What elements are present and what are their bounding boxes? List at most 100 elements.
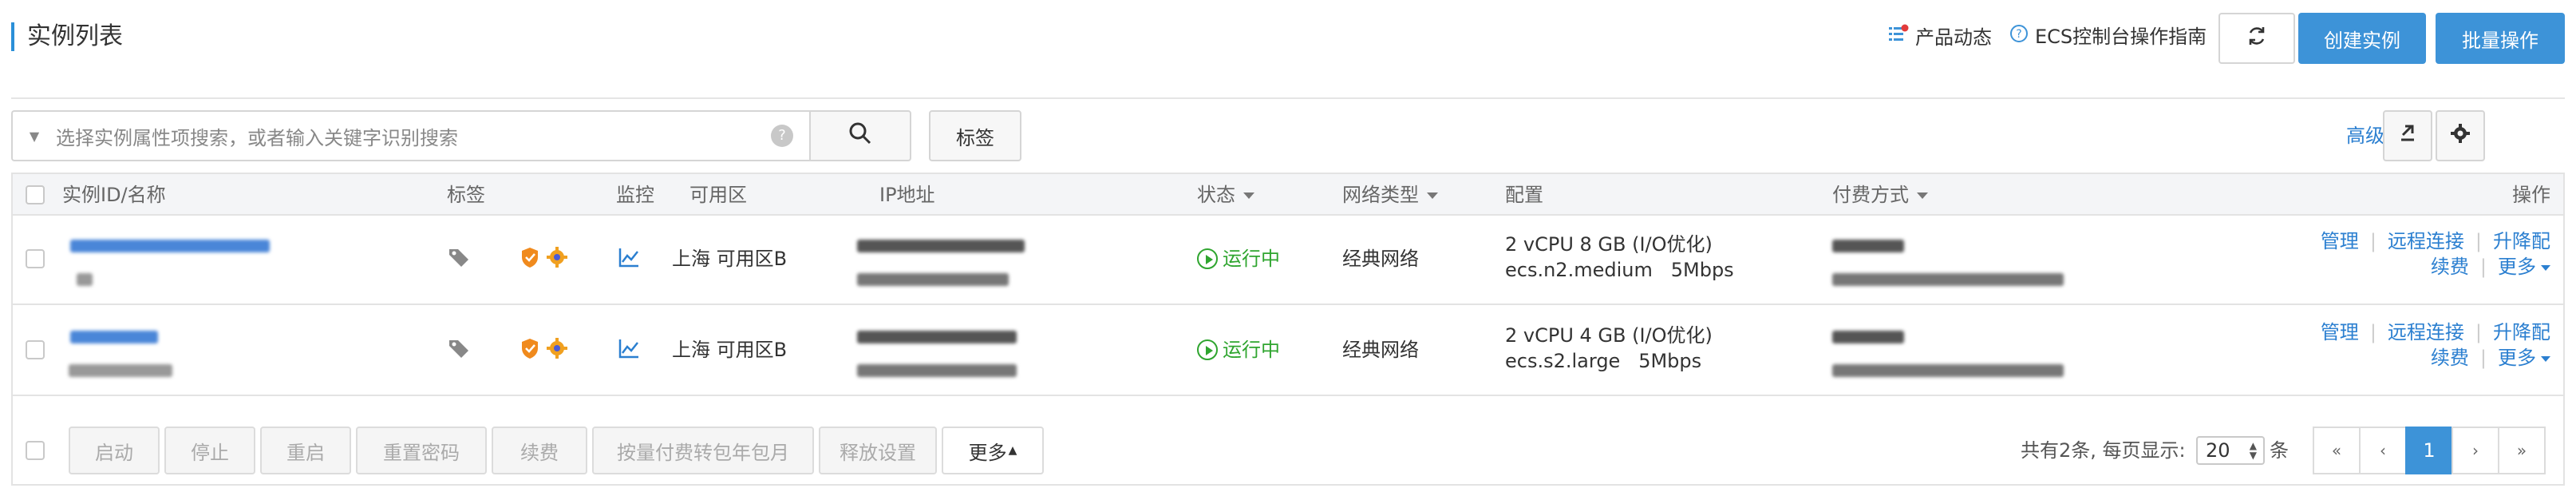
select-all-checkbox[interactable] <box>26 185 45 204</box>
instance-table: 实例ID/名称 标签 监控 可用区 IP地址 状态 网络类型 配置 付费方式 操… <box>11 173 2565 486</box>
tag-filter-button[interactable]: 标签 <box>929 110 1021 161</box>
restart-button[interactable]: 重启 <box>260 427 351 474</box>
table-row: 上海 可用区B 运行中 经典网络 2 vCPU 8 GB (I/O优化) ecs… <box>13 216 2563 305</box>
upgrade-link[interactable]: 升降配 <box>2493 321 2550 343</box>
product-news-link[interactable]: 产品动态 <box>1888 24 1992 51</box>
spinner-arrows-icon: ▲ ▼ <box>2249 440 2257 461</box>
zone-cell: 上海 可用区B <box>672 248 788 270</box>
start-button[interactable]: 启动 <box>69 427 160 474</box>
remote-connect-link[interactable]: 远程连接 <box>2388 321 2464 343</box>
billing-type <box>1832 324 1904 350</box>
page-unit: 条 <box>2270 439 2289 462</box>
search-button[interactable] <box>809 110 911 161</box>
guide-label: ECS控制台操作指南 <box>2035 26 2207 48</box>
create-instance-button[interactable]: 创建实例 <box>2298 13 2426 64</box>
config-spec: 2 vCPU 4 GB (I/O优化) <box>1505 324 1713 347</box>
product-news-label: 产品动态 <box>1915 26 1992 49</box>
more-actions-button[interactable]: 更多 ▲ <box>942 427 1044 474</box>
monitor-chart-icon[interactable] <box>618 337 640 366</box>
renew-link[interactable]: 续费 <box>2431 256 2469 278</box>
page-1-button[interactable]: 1 <box>2405 427 2453 474</box>
config-spec: 2 vCPU 8 GB (I/O优化) <box>1505 233 1713 256</box>
public-ip <box>857 324 1017 350</box>
col-status-label: 状态 <box>1197 184 1235 206</box>
release-settings-button[interactable]: 释放设置 <box>819 427 937 474</box>
more-menu[interactable]: 更多 <box>2498 347 2550 369</box>
billing-type <box>1832 233 1904 259</box>
col-monitor: 监控 <box>616 184 654 206</box>
col-actions: 操作 <box>2512 184 2550 206</box>
filter-caret-icon[interactable] <box>1243 192 1254 199</box>
agent-gear-icon[interactable] <box>546 246 568 275</box>
first-page-button[interactable]: « <box>2313 427 2361 474</box>
page-size-select[interactable]: 20 ▲ ▼ <box>2196 436 2265 465</box>
pagination-info: 共有2条, 每页显示: <box>2021 439 2186 462</box>
help-circle-icon: ? <box>2009 24 2029 50</box>
tag-icon[interactable] <box>447 337 471 367</box>
batch-operation-button[interactable]: 批量操作 <box>2436 13 2565 64</box>
search-placeholder[interactable]: 选择实例属性项搜索，或者输入关键字识别搜索 <box>56 122 771 150</box>
convert-billing-button[interactable]: 按量付费转包年包月 <box>592 427 814 474</box>
public-ip <box>857 233 1025 259</box>
last-page-button[interactable]: » <box>2498 427 2546 474</box>
manage-link[interactable]: 管理 <box>2321 230 2359 252</box>
col-ip: IP地址 <box>879 184 935 206</box>
table-row: 上海 可用区B 运行中 经典网络 2 vCPU 4 GB (I/O优化) ecs… <box>13 307 2563 396</box>
security-shield-icon[interactable] <box>520 246 539 275</box>
refresh-button[interactable] <box>2218 13 2295 64</box>
col-billing-label: 付费方式 <box>1832 184 1909 206</box>
next-page-button[interactable]: › <box>2452 427 2499 474</box>
header-divider <box>11 97 2565 99</box>
config-type: ecs.n2.medium 5Mbps <box>1505 259 1734 281</box>
more-actions-label: 更多 <box>968 441 1007 464</box>
col-billing[interactable]: 付费方式 <box>1832 174 1928 216</box>
table-footer: 启动 停止 重启 重置密码 续费 按量付费转包年包月 释放设置 更多 ▲ 共有2条… <box>13 398 2563 486</box>
chevron-down-icon <box>2541 355 2550 362</box>
page-size-value: 20 <box>2206 439 2230 462</box>
config-type: ecs.s2.large 5Mbps <box>1505 350 1702 372</box>
instance-name <box>77 267 93 292</box>
col-config: 配置 <box>1505 184 1543 206</box>
remote-connect-link[interactable]: 远程连接 <box>2388 230 2464 252</box>
running-icon <box>1197 248 1218 269</box>
billing-expiry <box>1832 267 2064 292</box>
more-menu[interactable]: 更多 <box>2498 256 2550 278</box>
guide-link[interactable]: ? ECS控制台操作指南 <box>2009 24 2207 50</box>
upgrade-link[interactable]: 升降配 <box>2493 230 2550 252</box>
settings-button[interactable] <box>2436 110 2485 161</box>
filter-caret-icon[interactable] <box>1917 192 1928 199</box>
col-id-name: 实例ID/名称 <box>62 184 166 206</box>
help-icon[interactable]: ? <box>771 125 793 147</box>
more-label: 更多 <box>2498 256 2536 278</box>
col-status[interactable]: 状态 <box>1197 174 1254 216</box>
manage-link[interactable]: 管理 <box>2321 321 2359 343</box>
billing-expiry <box>1832 358 2064 383</box>
filter-caret-icon[interactable] <box>1427 192 1438 199</box>
instance-id-link[interactable] <box>70 324 158 350</box>
export-button[interactable] <box>2383 110 2432 161</box>
network-type: 经典网络 <box>1342 248 1419 270</box>
row-checkbox[interactable] <box>26 249 45 268</box>
instance-name <box>69 358 172 383</box>
stop-button[interactable]: 停止 <box>164 427 255 474</box>
tag-icon[interactable] <box>447 246 471 276</box>
monitor-chart-icon[interactable] <box>618 246 640 275</box>
chevron-down-icon[interactable]: ▼ <box>13 129 56 144</box>
search-field[interactable]: ▼ 选择实例属性项搜索，或者输入关键字识别搜索 ? <box>11 110 811 161</box>
prev-page-button[interactable]: ‹ <box>2359 427 2407 474</box>
running-icon <box>1197 339 1218 360</box>
row-actions: 管理 | 远程连接 | 升降配 续费 | 更多 <box>2320 321 2550 369</box>
col-network[interactable]: 网络类型 <box>1342 174 1438 216</box>
status-label: 运行中 <box>1223 339 1280 361</box>
gear-icon <box>2450 123 2471 149</box>
row-checkbox[interactable] <box>26 340 45 359</box>
instance-id-link[interactable] <box>70 233 270 259</box>
agent-gear-icon[interactable] <box>546 337 568 366</box>
news-list-icon <box>1888 24 1909 51</box>
footer-select-all-checkbox[interactable] <box>26 441 45 460</box>
status-badge: 运行中 <box>1197 246 1280 272</box>
renew-link[interactable]: 续费 <box>2431 347 2469 369</box>
reset-password-button[interactable]: 重置密码 <box>356 427 487 474</box>
security-shield-icon[interactable] <box>520 337 539 366</box>
renew-button[interactable]: 续费 <box>492 427 587 474</box>
